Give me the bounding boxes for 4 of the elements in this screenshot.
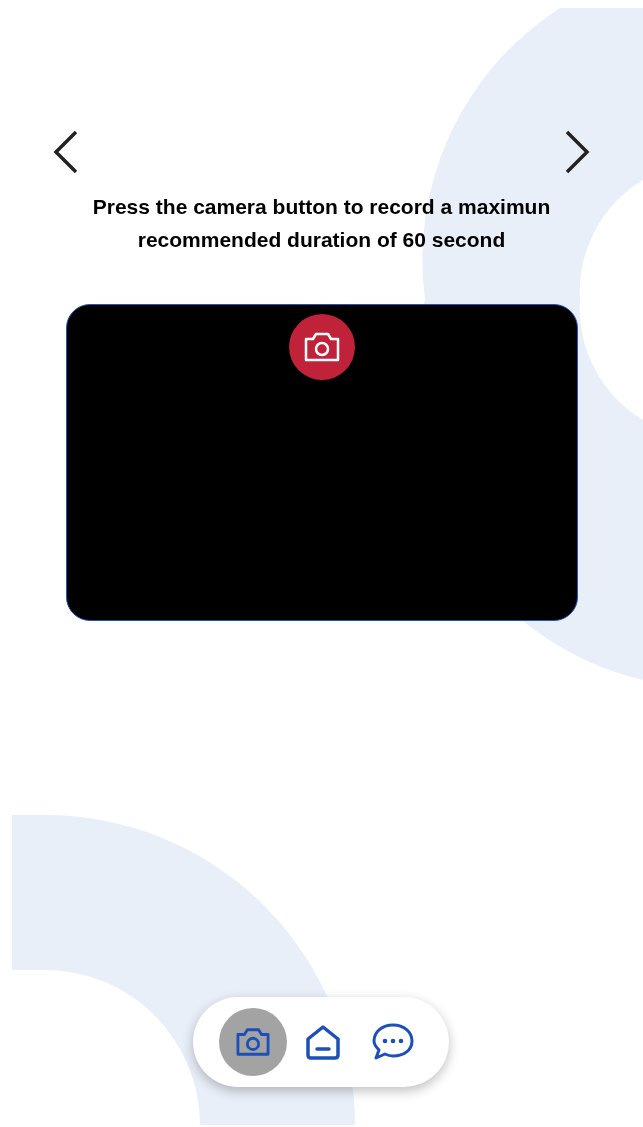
instruction-text: Press the camera button to record a maximun recommended duration of 60 second (91, 194, 552, 253)
home-icon (303, 1023, 343, 1061)
camera-icon (234, 1026, 272, 1058)
chat-icon (371, 1022, 415, 1062)
